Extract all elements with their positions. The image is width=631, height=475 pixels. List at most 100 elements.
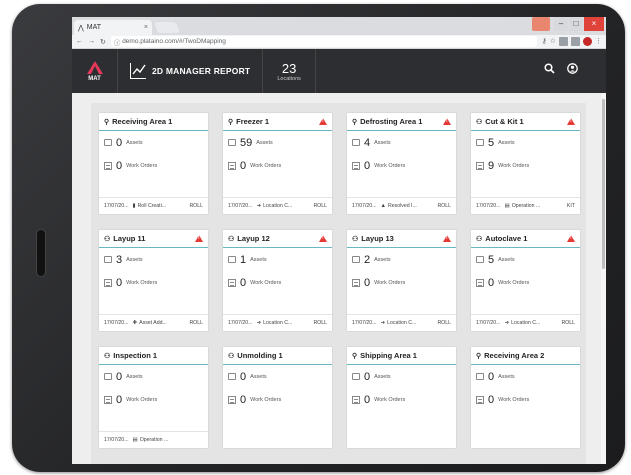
event-date: 17/07/20... <box>352 203 377 209</box>
location-card[interactable]: ⚲ Receiving Area 1 0 Assets 0 Work Order… <box>99 113 208 214</box>
key-icon[interactable]: ⚷ <box>542 37 547 46</box>
alert-icon[interactable] <box>443 118 451 125</box>
brand-logo[interactable]: MAT <box>72 49 118 93</box>
profile-button[interactable] <box>532 17 550 31</box>
location-card[interactable]: ⚇ Layup 13 2 Assets 0 Work Orders 17/07/… <box>347 230 456 331</box>
location-card[interactable]: ⚇ Autoclave 1 5 Assets 0 Work Orders 17/… <box>471 230 580 331</box>
location-card[interactable]: ⚲ Shipping Area 1 0 Assets 0 Work Orders <box>347 347 456 448</box>
back-icon[interactable]: ← <box>76 38 83 45</box>
location-card[interactable]: ⚲ Freezer 1 59 Assets 0 Work Orders 17/0… <box>223 113 332 214</box>
close-window-button[interactable]: × <box>584 17 604 31</box>
work-orders-row: 0 Work Orders <box>223 154 332 177</box>
alert-icon[interactable] <box>319 235 327 242</box>
roll-icon: ▮ <box>132 203 136 209</box>
assets-icon <box>352 373 360 380</box>
card-header: ⚇ Layup 11 <box>99 230 208 248</box>
work-orders-icon <box>104 395 112 404</box>
event-date: 17/07/20... <box>228 203 253 209</box>
address-bar: ← → ↻ ⓘ demo.plataino.com/#/TwoDMapping … <box>72 35 606 49</box>
scrollbar-thumb[interactable] <box>602 99 605 269</box>
assets-label: Assets <box>374 256 391 263</box>
work-orders-icon <box>476 161 484 170</box>
tablet-home-button <box>36 229 46 277</box>
location-card[interactable]: ⚇ Layup 11 3 Assets 0 Work Orders 17/07/… <box>99 230 208 331</box>
work-orders-icon <box>352 161 360 170</box>
event-tag: ROLL <box>189 320 203 326</box>
search-icon[interactable] <box>544 63 555 77</box>
location-card[interactable]: ⚇ Inspection 1 0 Assets 0 Work Orders 17… <box>99 347 208 448</box>
event-tag: ROLL <box>561 320 575 326</box>
user-icon[interactable] <box>567 63 578 77</box>
assets-icon <box>104 139 112 146</box>
browser-tab[interactable]: ⋀ MAT × <box>74 20 152 35</box>
location-card[interactable]: ⚲ Defrosting Area 1 4 Assets 0 Work Orde… <box>347 113 456 214</box>
work-orders-row: 0 Work Orders <box>347 388 456 411</box>
scrollbar[interactable] <box>601 93 606 464</box>
assets-row: 0 Assets <box>99 365 208 388</box>
work-orders-row: 9 Work Orders <box>471 154 580 177</box>
event: ▲ Resolved I... <box>381 203 417 209</box>
report-nav[interactable]: 2D MANAGER REPORT <box>118 49 264 93</box>
url-field[interactable]: ⓘ demo.plataino.com/#/TwoDMapping <box>110 36 537 47</box>
event-text: Asset Add... <box>139 320 167 326</box>
workstation-icon: ⚇ <box>104 235 111 243</box>
event: ▤ Operation ... <box>505 203 541 209</box>
assets-label: Assets <box>126 256 143 263</box>
event-text: Location C... <box>263 320 293 326</box>
url-text: demo.plataino.com/#/TwoDMapping <box>122 38 226 45</box>
tab-close-icon[interactable]: × <box>144 24 148 31</box>
tab-favicon-icon: ⋀ <box>78 24 84 32</box>
assets-row: 5 Assets <box>471 248 580 271</box>
shield-icon[interactable] <box>583 37 592 46</box>
new-tab-button[interactable] <box>153 22 181 33</box>
alert-icon[interactable] <box>567 118 575 125</box>
alert-icon[interactable] <box>443 235 451 242</box>
minimize-button[interactable]: – <box>554 17 568 31</box>
reload-icon[interactable]: ↻ <box>100 38 106 46</box>
card-title: Defrosting Area 1 <box>360 117 423 126</box>
work-orders-count: 0 <box>364 159 371 172</box>
event-tag: ROLL <box>313 203 327 209</box>
star-icon[interactable]: ☆ <box>550 37 556 46</box>
work-orders-row: 0 Work Orders <box>223 271 332 294</box>
work-orders-label: Work Orders <box>250 162 282 169</box>
event-tag: KIT <box>566 203 575 209</box>
location-card[interactable]: ⚇ Cut & Kit 1 5 Assets 9 Work Orders 17/… <box>471 113 580 214</box>
event: ▮ Roll Creati... <box>133 203 167 209</box>
assets-row: 4 Assets <box>347 131 456 154</box>
brand-name: MAT <box>88 75 101 82</box>
stage: ⋀ MAT × – □ × ← → ↻ ⓘ demo.plataino.com/… <box>0 0 631 475</box>
extension-icon[interactable] <box>559 37 568 46</box>
alert-icon[interactable] <box>567 235 575 242</box>
event-tag: ROLL <box>189 203 203 209</box>
card-header: ⚇ Cut & Kit 1 <box>471 113 580 131</box>
work-orders-count: 0 <box>240 276 247 289</box>
card-footer: 17/07/20... ▲ Resolved I... ROLL <box>347 197 456 214</box>
location-card[interactable]: ⚲ Receiving Area 2 0 Assets 0 Work Order… <box>471 347 580 448</box>
event-tag: ROLL <box>437 320 451 326</box>
location-card[interactable]: ⚇ Unmolding 1 0 Assets 0 Work Orders <box>223 347 332 448</box>
event-tag: ROLL <box>437 203 451 209</box>
alert-icon[interactable] <box>195 235 203 242</box>
work-orders-count: 0 <box>116 276 123 289</box>
assets-icon <box>352 139 360 146</box>
location-card[interactable]: ⚇ Layup 12 1 Assets 0 Work Orders 17/07/… <box>223 230 332 331</box>
work-orders-icon <box>352 395 360 404</box>
maximize-button[interactable]: □ <box>569 17 583 31</box>
work-orders-label: Work Orders <box>250 396 282 403</box>
assets-row: 2 Assets <box>347 248 456 271</box>
extension-icon[interactable] <box>571 37 580 46</box>
card-header: ⚲ Freezer 1 <box>223 113 332 131</box>
card-footer: 17/07/20... ➔ Location C... ROLL <box>471 314 580 331</box>
assets-count: 0 <box>488 370 495 383</box>
forward-icon[interactable]: → <box>88 38 95 45</box>
arrow-right-icon: ➔ <box>256 320 262 326</box>
menu-dots-icon[interactable]: ⋮ <box>595 37 602 46</box>
assets-icon <box>104 373 112 380</box>
page-title: 2D MANAGER REPORT <box>152 66 251 76</box>
alert-icon[interactable] <box>319 118 327 125</box>
work-orders-row: 0 Work Orders <box>223 388 332 411</box>
assets-label: Assets <box>498 139 515 146</box>
assets-count: 2 <box>364 253 371 266</box>
work-orders-count: 0 <box>488 276 495 289</box>
